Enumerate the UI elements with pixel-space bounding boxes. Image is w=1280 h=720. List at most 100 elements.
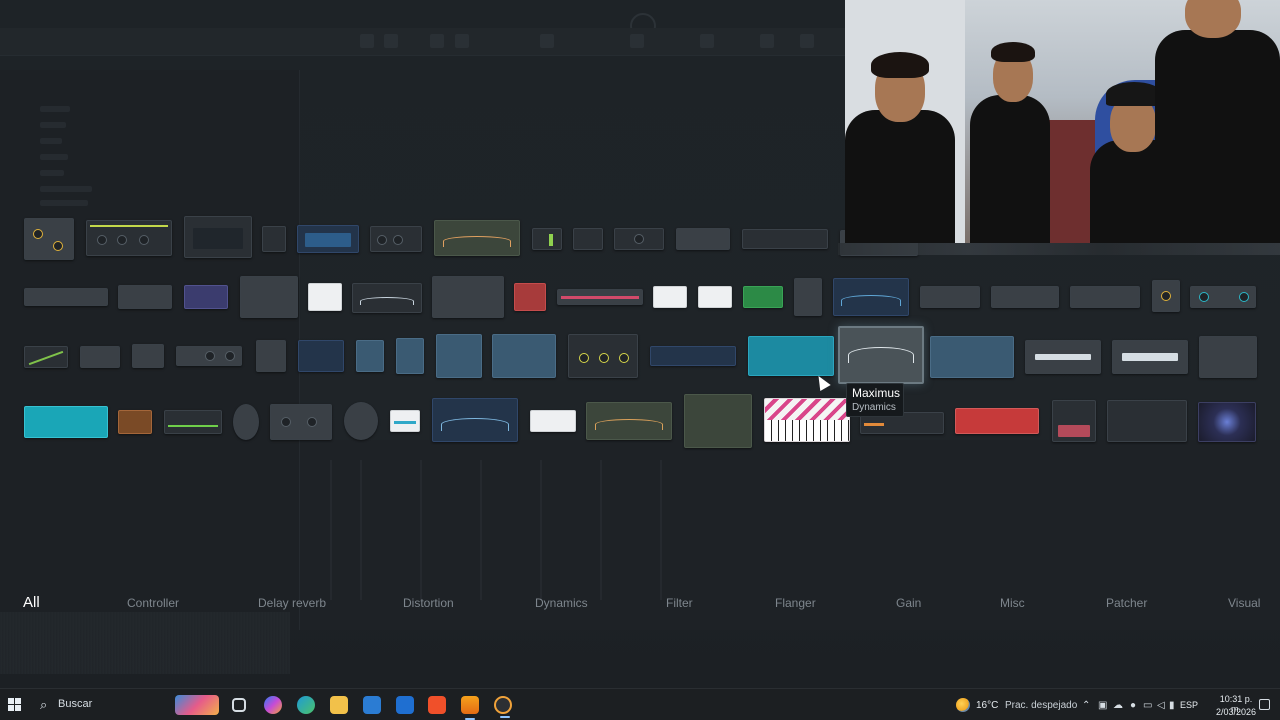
category-dynamics[interactable]: Dynamics [535,596,588,610]
plugin-tile[interactable] [586,402,672,440]
plugin-tile[interactable] [184,216,252,258]
plugin-tile[interactable] [270,404,332,440]
category-misc[interactable]: Misc [1000,596,1025,610]
plugin-tile[interactable] [176,346,242,366]
plugin-tile[interactable] [24,406,108,438]
plugin-tile[interactable] [930,336,1014,378]
plugin-tile[interactable] [530,410,576,432]
windows-start-icon[interactable] [8,698,22,712]
category-filter[interactable]: Filter [666,596,693,610]
plugin-tile[interactable] [24,346,68,368]
plugin-tile[interactable] [1052,400,1096,442]
plugin-tile[interactable] [1070,286,1140,308]
category-flanger[interactable]: Flanger [775,596,816,610]
file-explorer-icon[interactable] [330,696,348,714]
copilot-icon[interactable] [264,696,282,714]
plugin-tile[interactable] [650,346,736,366]
plugin-tile[interactable] [1199,336,1257,378]
microphone-icon[interactable]: ● [1130,700,1136,711]
plugin-tile[interactable] [568,334,638,378]
plugin-tile[interactable] [1190,286,1256,308]
clock-date[interactable]: 2/03/2026 [1214,707,1258,717]
plugin-tile[interactable] [434,220,520,256]
plugin-tile[interactable] [118,285,172,309]
plugin-tile[interactable] [1025,340,1101,374]
notifications-icon[interactable] [1259,699,1270,710]
plugin-tile-maximus[interactable] [838,326,924,384]
plugin-tile[interactable] [298,340,344,372]
plugin-tile[interactable] [698,286,732,308]
task-view-icon[interactable] [232,698,246,712]
volume-icon[interactable]: ◁ [1157,700,1165,711]
category-gain[interactable]: Gain [896,596,921,610]
recorder-icon[interactable] [494,696,512,718]
plugin-tile[interactable] [742,229,828,249]
network-icon[interactable]: ▭ [1143,700,1152,711]
plugin-tile[interactable] [1198,402,1256,442]
plugin-tile[interactable] [396,338,424,374]
plugin-tile[interactable] [748,336,834,376]
plugin-tile[interactable] [164,410,222,434]
weather-icon[interactable] [956,698,970,712]
category-distortion[interactable]: Distortion [403,596,454,610]
plugin-tile[interactable] [432,276,504,318]
plugin-tile[interactable] [86,220,172,256]
category-delay-reverb[interactable]: Delay reverb [258,596,326,610]
plugin-tile[interactable] [436,334,482,378]
category-patcher[interactable]: Patcher [1106,596,1147,610]
plugin-tile[interactable] [256,340,286,372]
plugin-tile[interactable] [344,402,378,440]
category-controller[interactable]: Controller [127,596,179,610]
language-indicator[interactable]: ESP [1180,700,1198,710]
plugin-tile[interactable] [833,278,909,316]
category-all[interactable]: All [23,594,40,611]
chevron-up-icon[interactable]: ⌃ [1082,700,1090,711]
plugin-tile[interactable] [308,283,342,311]
app-tray-icon[interactable]: ▣ [1098,700,1107,711]
battery-icon[interactable]: ▮ [1169,700,1175,711]
edge-icon[interactable] [297,696,315,714]
plugin-tile[interactable] [262,226,286,252]
plugin-tile[interactable] [370,226,422,252]
plugin-tile[interactable] [352,283,422,313]
plugin-tile[interactable] [240,276,298,318]
plugin-tile[interactable] [955,408,1039,434]
cloud-icon[interactable]: ☁ [1113,700,1123,711]
plugin-tile[interactable] [118,410,152,434]
plugin-tile[interactable] [356,340,384,372]
plugin-tile[interactable] [684,394,752,448]
taskbar-search[interactable]: ⌕ Buscar [32,693,222,717]
search-placeholder[interactable]: Buscar [58,698,92,710]
plugin-tile[interactable] [653,286,687,308]
plugin-tile[interactable] [24,288,108,306]
plugin-tile[interactable] [80,346,120,368]
plugin-tile[interactable] [794,278,822,316]
plugin-tile[interactable] [764,398,850,442]
plugin-tile[interactable] [1107,400,1187,442]
plugin-tile[interactable] [514,283,546,311]
plugin-tile[interactable] [132,344,164,368]
weather-temperature[interactable]: 16°C [976,700,998,711]
microsoft-store-icon[interactable] [363,696,381,714]
plugin-tile[interactable] [390,410,420,432]
plugin-tile[interactable] [614,228,664,250]
plugin-tile[interactable] [184,285,228,309]
plugin-tile[interactable] [297,225,359,253]
brave-icon[interactable] [428,696,446,714]
category-visual[interactable]: Visual [1228,596,1260,610]
plugin-tile[interactable] [743,286,783,308]
plugin-tile[interactable] [532,228,562,250]
plugin-tile[interactable] [233,404,259,440]
plugin-tile[interactable] [991,286,1059,308]
outlook-icon[interactable] [396,696,414,714]
plugin-tile[interactable] [1152,280,1180,312]
plugin-tile[interactable] [1112,340,1188,374]
plugin-tile[interactable] [573,228,603,250]
plugin-tile[interactable] [676,228,730,250]
plugin-tile[interactable] [557,289,643,305]
plugin-tile[interactable] [432,398,518,442]
plugin-tile[interactable] [492,334,556,378]
plugin-tile[interactable] [920,286,980,308]
weather-description[interactable]: Prac. despejado [1005,700,1077,711]
plugin-tile[interactable] [24,218,74,260]
